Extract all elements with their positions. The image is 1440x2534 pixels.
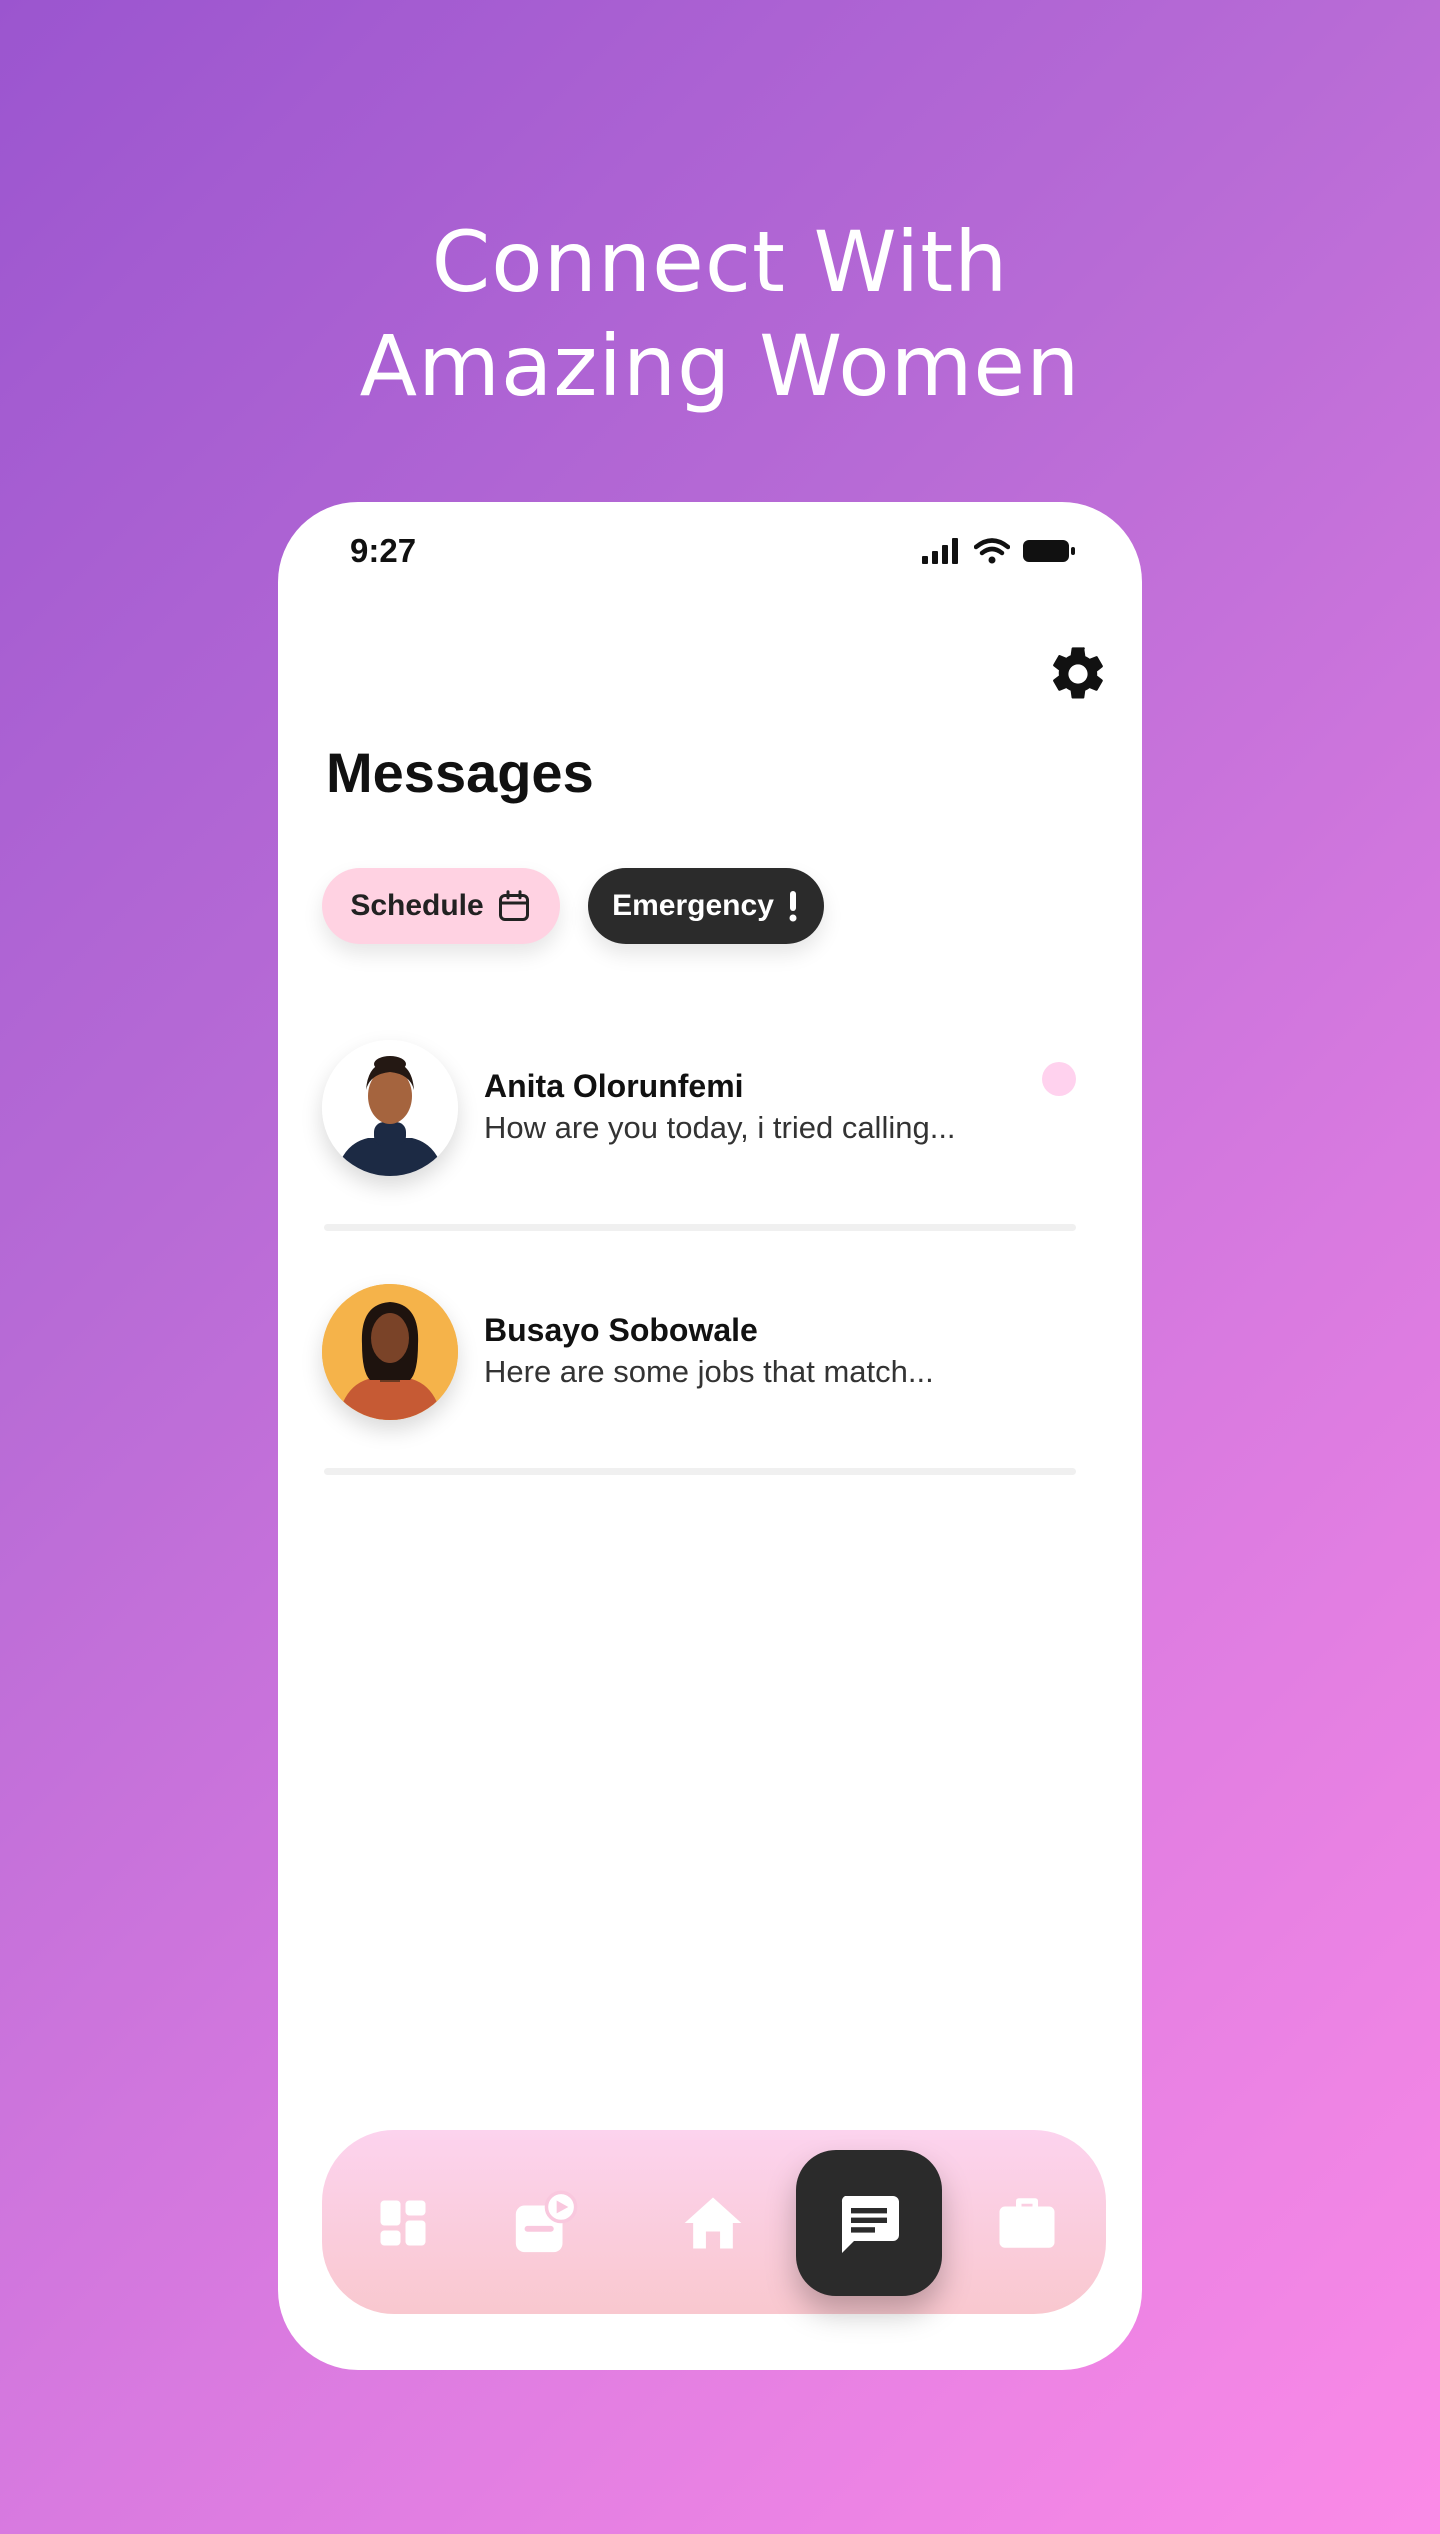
nav-dashboard[interactable] [358,2178,448,2268]
avatar [322,1284,458,1420]
wifi-icon [974,538,1010,564]
nav-messages[interactable] [796,2150,942,2296]
settings-button[interactable] [1046,642,1110,706]
headline-line-1: Connect With [431,213,1009,311]
divider [324,1224,1076,1231]
video-library-icon [515,2190,578,2253]
status-icons [922,538,1076,564]
cellular-signal-icon [922,538,958,564]
nav-videos[interactable] [500,2178,590,2268]
message-preview: How are you today, i tried calling... [484,1110,956,1145]
exclamation-icon [789,891,797,922]
contact-name: Busayo Sobowale [484,1312,758,1348]
unread-indicator [1042,1062,1076,1096]
status-time: 9:27 [350,532,417,569]
headline-line-2: Amazing Women [359,317,1081,415]
phone-screen: 9:27 Messages Schedule Emergency Anita O… [278,502,1142,2370]
nav-home[interactable] [668,2178,758,2268]
divider [324,1468,1076,1475]
home-icon [684,2197,742,2249]
hero-headline: Connect With Amazing Women [0,210,1440,418]
contact-name: Anita Olorunfemi [484,1068,744,1104]
calendar-icon [498,890,529,921]
dashboard-icon [380,2200,426,2246]
message-preview: Here are some jobs that match... [484,1354,934,1389]
avatar-portrait-image [322,1040,458,1176]
schedule-button[interactable]: Schedule [322,868,560,944]
page-title: Messages [326,741,594,804]
schedule-label: Schedule [350,889,484,922]
avatar [322,1040,458,1176]
nav-jobs[interactable] [982,2178,1072,2268]
gear-icon [1053,647,1103,699]
message-item[interactable]: Anita Olorunfemi How are you today, i tr… [322,1040,1076,1190]
emergency-button[interactable]: Emergency [588,868,824,944]
emergency-label: Emergency [612,889,774,922]
bottom-nav [322,2130,1106,2314]
chat-icon [841,2196,899,2253]
battery-icon [1023,540,1075,562]
avatar-portrait-image [322,1284,458,1420]
briefcase-icon [999,2198,1055,2248]
message-item[interactable]: Busayo Sobowale Here are some jobs that … [322,1284,1076,1434]
